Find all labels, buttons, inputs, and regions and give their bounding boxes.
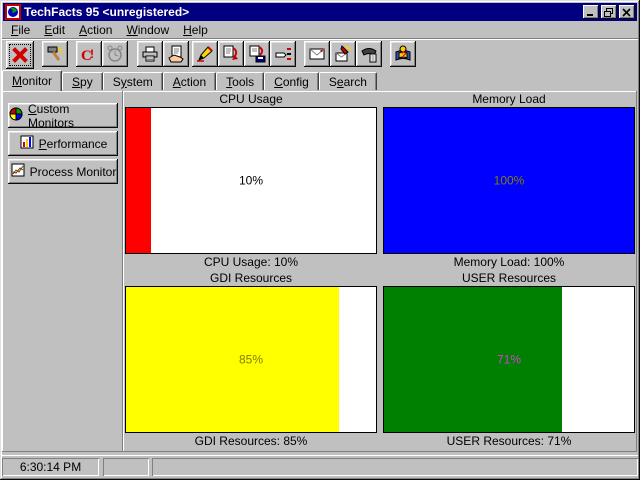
tools-hammer-icon [45,44,65,64]
exit-icon [10,45,30,65]
user-resources-value: 71% [384,352,634,366]
gdi-resources-gauge: 85% [125,286,377,433]
tools-button[interactable] [42,41,68,67]
menu-divider [2,38,638,40]
memory-load-value: 100% [384,173,634,187]
cpu-usage-caption: CPU Usage: 10% [125,254,377,271]
toolbar: C ! [2,41,638,69]
exit-button[interactable] [6,41,34,69]
refresh-icon: C ! [79,44,99,64]
tab-system[interactable]: System [103,72,163,90]
menu-action[interactable]: Action [72,22,119,38]
menu-edit[interactable]: Edit [37,22,72,38]
app-icon [5,4,21,20]
pointing-hand-icon [273,44,293,64]
svg-text:!: ! [90,47,94,61]
menu-help[interactable]: Help [176,22,215,38]
tab-tools[interactable]: Tools [216,72,264,90]
timer-icon [105,44,125,64]
help-icon: ? [393,44,413,64]
memory-load-quadrant: Memory Load 100% Memory Load: 100% [383,92,635,271]
dial-button[interactable] [356,41,382,67]
titlebar: TechFacts 95 <unregistered> [3,3,637,21]
cpu-usage-title: CPU Usage [125,92,377,107]
cpu-usage-gauge: 10% [125,107,377,254]
statusbar: 6:30:14 PM [2,455,638,476]
save-disk-icon [247,44,267,64]
close-button[interactable] [619,5,635,19]
save-file-button[interactable] [244,41,270,67]
printer-icon [140,44,160,64]
user-resources-title: USER Resources [383,271,635,286]
bar-chart-icon [19,134,35,153]
custom-monitors-label: Custom Monitors [28,102,118,130]
clock-pane: 6:30:14 PM [2,458,99,476]
memory-load-gauge: 100% [383,107,635,254]
memory-load-title: Memory Load [383,92,635,107]
gdi-resources-caption: GDI Resources: 85% [125,433,377,450]
monitor-panel: CPU Usage 10% CPU Usage: 10% Memory Load… [123,91,637,452]
sidebar: Custom Monitors Performance Process Moni… [2,91,123,452]
help-button[interactable]: ? [390,41,416,67]
print-report-icon [166,44,186,64]
gdi-resources-value: 85% [126,352,376,366]
performance-button[interactable]: Performance [8,131,118,156]
performance-label: Performance [39,137,108,151]
write-button[interactable] [192,41,218,67]
clock-text: 6:30:14 PM [20,460,81,474]
user-resources-gauge: 71% [383,286,635,433]
gdi-resources-title: GDI Resources [125,271,377,286]
tab-search[interactable]: Search [319,72,377,90]
tab-action[interactable]: Action [163,72,216,90]
line-chart-icon [10,162,26,181]
print-report-button[interactable] [163,41,189,67]
tab-config[interactable]: Config [264,72,319,90]
user-resources-quadrant: USER Resources 71% USER Resources: 71% [383,271,635,450]
menu-window[interactable]: Window [119,22,176,38]
svg-text:?: ? [401,50,407,60]
custom-monitors-button[interactable]: Custom Monitors [8,103,118,128]
save-report-button[interactable] [218,41,244,67]
status-pane-middle [103,458,149,476]
refresh-button[interactable]: C ! [76,41,102,67]
timer-button[interactable] [102,41,128,67]
save-report-icon [221,44,241,64]
menubar: File Edit Action Window Help [3,22,637,38]
gdi-resources-quadrant: GDI Resources 85% GDI Resources: 85% [125,271,377,450]
tab-spy[interactable]: Spy [62,72,103,90]
window-title: TechFacts 95 <unregistered> [24,5,583,19]
envelope-icon [307,44,327,64]
process-monitor-button[interactable]: Process Monitor [8,159,118,184]
app-window: TechFacts 95 <unregistered> File Edit Ac… [0,0,640,480]
user-resources-caption: USER Resources: 71% [383,433,635,450]
minimize-button[interactable] [583,5,599,19]
memory-load-caption: Memory Load: 100% [383,254,635,271]
print-button[interactable] [137,41,163,67]
tab-strip: Monitor Spy System Action Tools Config S… [2,70,638,91]
compose-mail-icon [333,44,353,64]
menu-file[interactable]: File [4,22,37,38]
pen-icon [195,44,215,64]
phone-icon [359,44,379,64]
process-monitor-label: Process Monitor [30,165,117,179]
cpu-usage-value: 10% [126,173,376,187]
tab-monitor[interactable]: Monitor [2,70,62,91]
mail-button[interactable] [304,41,330,67]
options-button[interactable] [270,41,296,67]
status-pane-message [152,458,638,476]
pie-chart-icon [8,106,24,125]
restore-button[interactable] [601,5,617,19]
compose-mail-button[interactable] [330,41,356,67]
cpu-usage-quadrant: CPU Usage 10% CPU Usage: 10% [125,92,377,271]
